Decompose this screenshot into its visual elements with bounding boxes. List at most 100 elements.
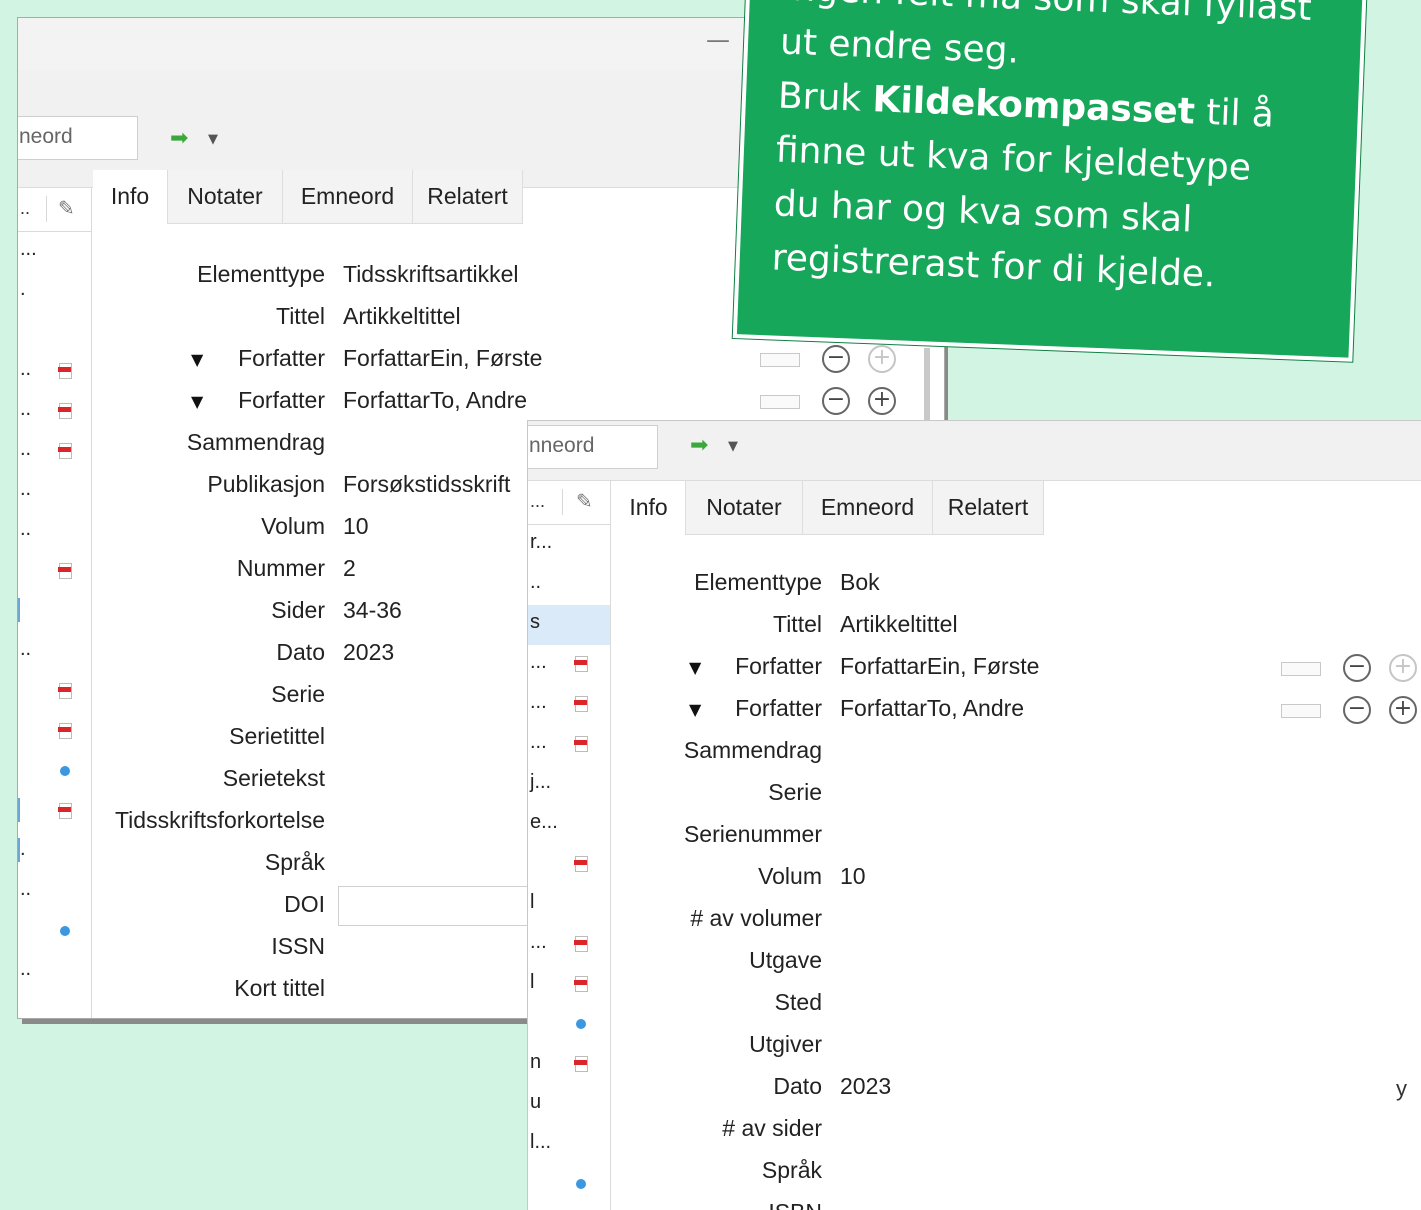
list-item[interactable]: .. <box>18 952 91 992</box>
field-value[interactable]: 2023 <box>840 1073 891 1100</box>
list-item[interactable]: .. <box>18 352 91 392</box>
add-creator-icon[interactable]: + <box>1389 654 1417 682</box>
field-value[interactable]: ForfattarTo, Andre <box>343 387 527 414</box>
remove-creator-icon[interactable]: − <box>1343 654 1371 682</box>
field-value[interactable]: Bok <box>840 569 880 596</box>
list-item[interactable]: ... <box>18 232 91 272</box>
pdf-attachment-icon[interactable] <box>572 854 589 874</box>
list-item[interactable]: e... <box>528 805 610 845</box>
tab-info[interactable]: Info <box>93 170 168 224</box>
list-item[interactable]: ... <box>528 725 610 765</box>
field-value[interactable]: 10 <box>343 513 369 540</box>
add-creator-icon[interactable]: + <box>868 345 896 373</box>
creator-expand-icon[interactable]: ▼ <box>689 700 701 719</box>
list-item[interactable]: .. <box>18 632 91 672</box>
pdf-attachment-icon[interactable] <box>572 734 589 754</box>
list-item[interactable] <box>18 792 91 832</box>
list-item[interactable] <box>18 752 91 792</box>
list-item[interactable]: . <box>18 832 91 872</box>
field-value[interactable]: Artikkeltittel <box>343 303 461 330</box>
list-item[interactable] <box>18 312 91 352</box>
list-item[interactable] <box>18 712 91 752</box>
list-item[interactable]: ... <box>528 645 610 685</box>
field-value[interactable]: 10 <box>840 863 866 890</box>
pdf-attachment-icon[interactable] <box>56 401 73 421</box>
pdf-attachment-icon[interactable] <box>572 694 589 714</box>
list-item[interactable]: ... <box>528 925 610 965</box>
list-item[interactable]: r... <box>528 525 610 565</box>
list-item[interactable]: .. <box>18 872 91 912</box>
list-item[interactable]: n <box>528 1045 610 1085</box>
link-attachment-icon[interactable] <box>60 766 70 776</box>
list-item[interactable] <box>18 912 91 952</box>
list-item[interactable]: l <box>528 885 610 925</box>
field-value[interactable]: 2023 <box>343 639 394 666</box>
field-value[interactable]: Forsøkstidsskrift <box>343 471 510 498</box>
list-item[interactable]: .. <box>18 432 91 472</box>
list-item[interactable]: .. <box>18 512 91 552</box>
field-value[interactable]: Tidsskriftsartikkel <box>343 261 519 288</box>
chevron-down-icon[interactable]: ▼ <box>728 439 738 454</box>
pdf-attachment-icon[interactable] <box>56 681 73 701</box>
list-item[interactable] <box>528 1165 610 1205</box>
tab-emneord[interactable]: Emneord <box>283 170 413 224</box>
list-item[interactable]: .. <box>18 392 91 432</box>
list-item[interactable] <box>18 672 91 712</box>
pdf-attachment-icon[interactable] <box>56 561 73 581</box>
list-item[interactable]: l <box>528 965 610 1005</box>
field-value[interactable]: ForfattarEin, Første <box>343 345 542 372</box>
locate-arrow-icon[interactable]: ➡ <box>170 126 188 151</box>
remove-creator-icon[interactable]: − <box>1343 696 1371 724</box>
paperclip-icon[interactable]: ✎ <box>58 196 75 220</box>
list-item[interactable]: u <box>528 1085 610 1125</box>
list-item[interactable]: j... <box>528 765 610 805</box>
pdf-attachment-icon[interactable] <box>572 974 589 994</box>
creator-expand-icon[interactable]: ▼ <box>191 350 203 369</box>
list-item[interactable]: ... <box>528 685 610 725</box>
link-attachment-icon[interactable] <box>576 1179 586 1189</box>
remove-creator-icon[interactable]: − <box>822 387 850 415</box>
list-item[interactable]: .. <box>18 472 91 512</box>
chevron-down-icon[interactable]: ▼ <box>208 132 218 147</box>
tag-search-input[interactable]: neord <box>18 116 138 160</box>
tag-search-input[interactable]: nneord <box>528 425 658 469</box>
creator-expand-icon[interactable]: ▼ <box>191 392 203 411</box>
locate-arrow-icon[interactable]: ➡ <box>690 433 708 458</box>
creator-type-switch[interactable] <box>1281 662 1321 676</box>
list-item[interactable] <box>18 592 91 632</box>
minimize-button[interactable]: — <box>706 26 730 54</box>
creator-type-switch[interactable] <box>760 353 800 367</box>
column-title-truncated[interactable]: .. <box>20 198 30 219</box>
pdf-attachment-icon[interactable] <box>56 721 73 741</box>
pdf-attachment-icon[interactable] <box>56 801 73 821</box>
field-value[interactable]: ForfattarTo, Andre <box>840 695 1024 722</box>
field-value[interactable]: Artikkeltittel <box>840 611 958 638</box>
pdf-attachment-icon[interactable] <box>56 361 73 381</box>
remove-creator-icon[interactable]: − <box>822 345 850 373</box>
creator-type-switch[interactable] <box>760 395 800 409</box>
field-value[interactable]: 2 <box>343 555 356 582</box>
list-item[interactable]: s <box>528 605 610 645</box>
pdf-attachment-icon[interactable] <box>572 934 589 954</box>
field-value[interactable]: 34-36 <box>343 597 402 624</box>
creator-expand-icon[interactable]: ▼ <box>689 658 701 677</box>
field-value[interactable]: ForfattarEin, Første <box>840 653 1039 680</box>
list-item[interactable] <box>18 552 91 592</box>
link-attachment-icon[interactable] <box>576 1019 586 1029</box>
doi-input[interactable] <box>338 886 538 926</box>
pdf-attachment-icon[interactable] <box>572 1054 589 1074</box>
tab-relatert[interactable]: Relatert <box>933 481 1044 535</box>
tab-notater[interactable]: Notater <box>168 170 283 224</box>
pdf-attachment-icon[interactable] <box>56 441 73 461</box>
list-item[interactable]: l... <box>528 1125 610 1165</box>
column-title-truncated[interactable]: ... <box>530 491 545 512</box>
tab-relatert[interactable]: Relatert <box>413 170 523 224</box>
list-item[interactable]: . <box>18 272 91 312</box>
creator-type-switch[interactable] <box>1281 704 1321 718</box>
link-attachment-icon[interactable] <box>60 926 70 936</box>
pdf-attachment-icon[interactable] <box>572 654 589 674</box>
paperclip-icon[interactable]: ✎ <box>576 489 593 513</box>
tab-notater[interactable]: Notater <box>686 481 803 535</box>
tab-info[interactable]: Info <box>612 481 686 535</box>
list-item[interactable] <box>528 1005 610 1045</box>
